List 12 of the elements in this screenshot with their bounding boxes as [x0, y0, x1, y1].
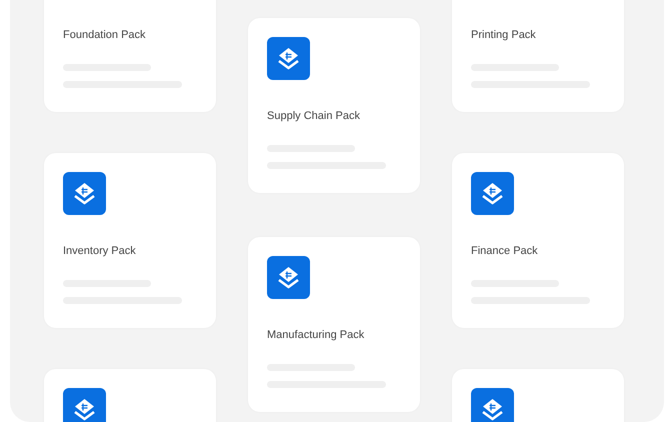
card-title: Printing Pack — [471, 28, 537, 42]
card-title: Inventory Pack — [63, 244, 137, 258]
pack-card[interactable]: Foundation Pack — [44, 0, 216, 112]
pack-card[interactable]: Finance Pack — [452, 153, 624, 328]
card-title: Manufacturing Pack — [267, 328, 366, 342]
card-title: Supply Chain Pack — [267, 109, 361, 123]
card-title: Foundation Pack — [63, 28, 147, 42]
pack-card[interactable]: Supply Chain Pack — [248, 18, 420, 193]
card-title: Finance Pack — [471, 244, 539, 258]
pack-card[interactable]: Printing Pack — [452, 0, 624, 112]
pack-card[interactable]: Inventory Pack — [44, 153, 216, 328]
pack-card[interactable]: Manufacturing Pack — [248, 237, 420, 412]
